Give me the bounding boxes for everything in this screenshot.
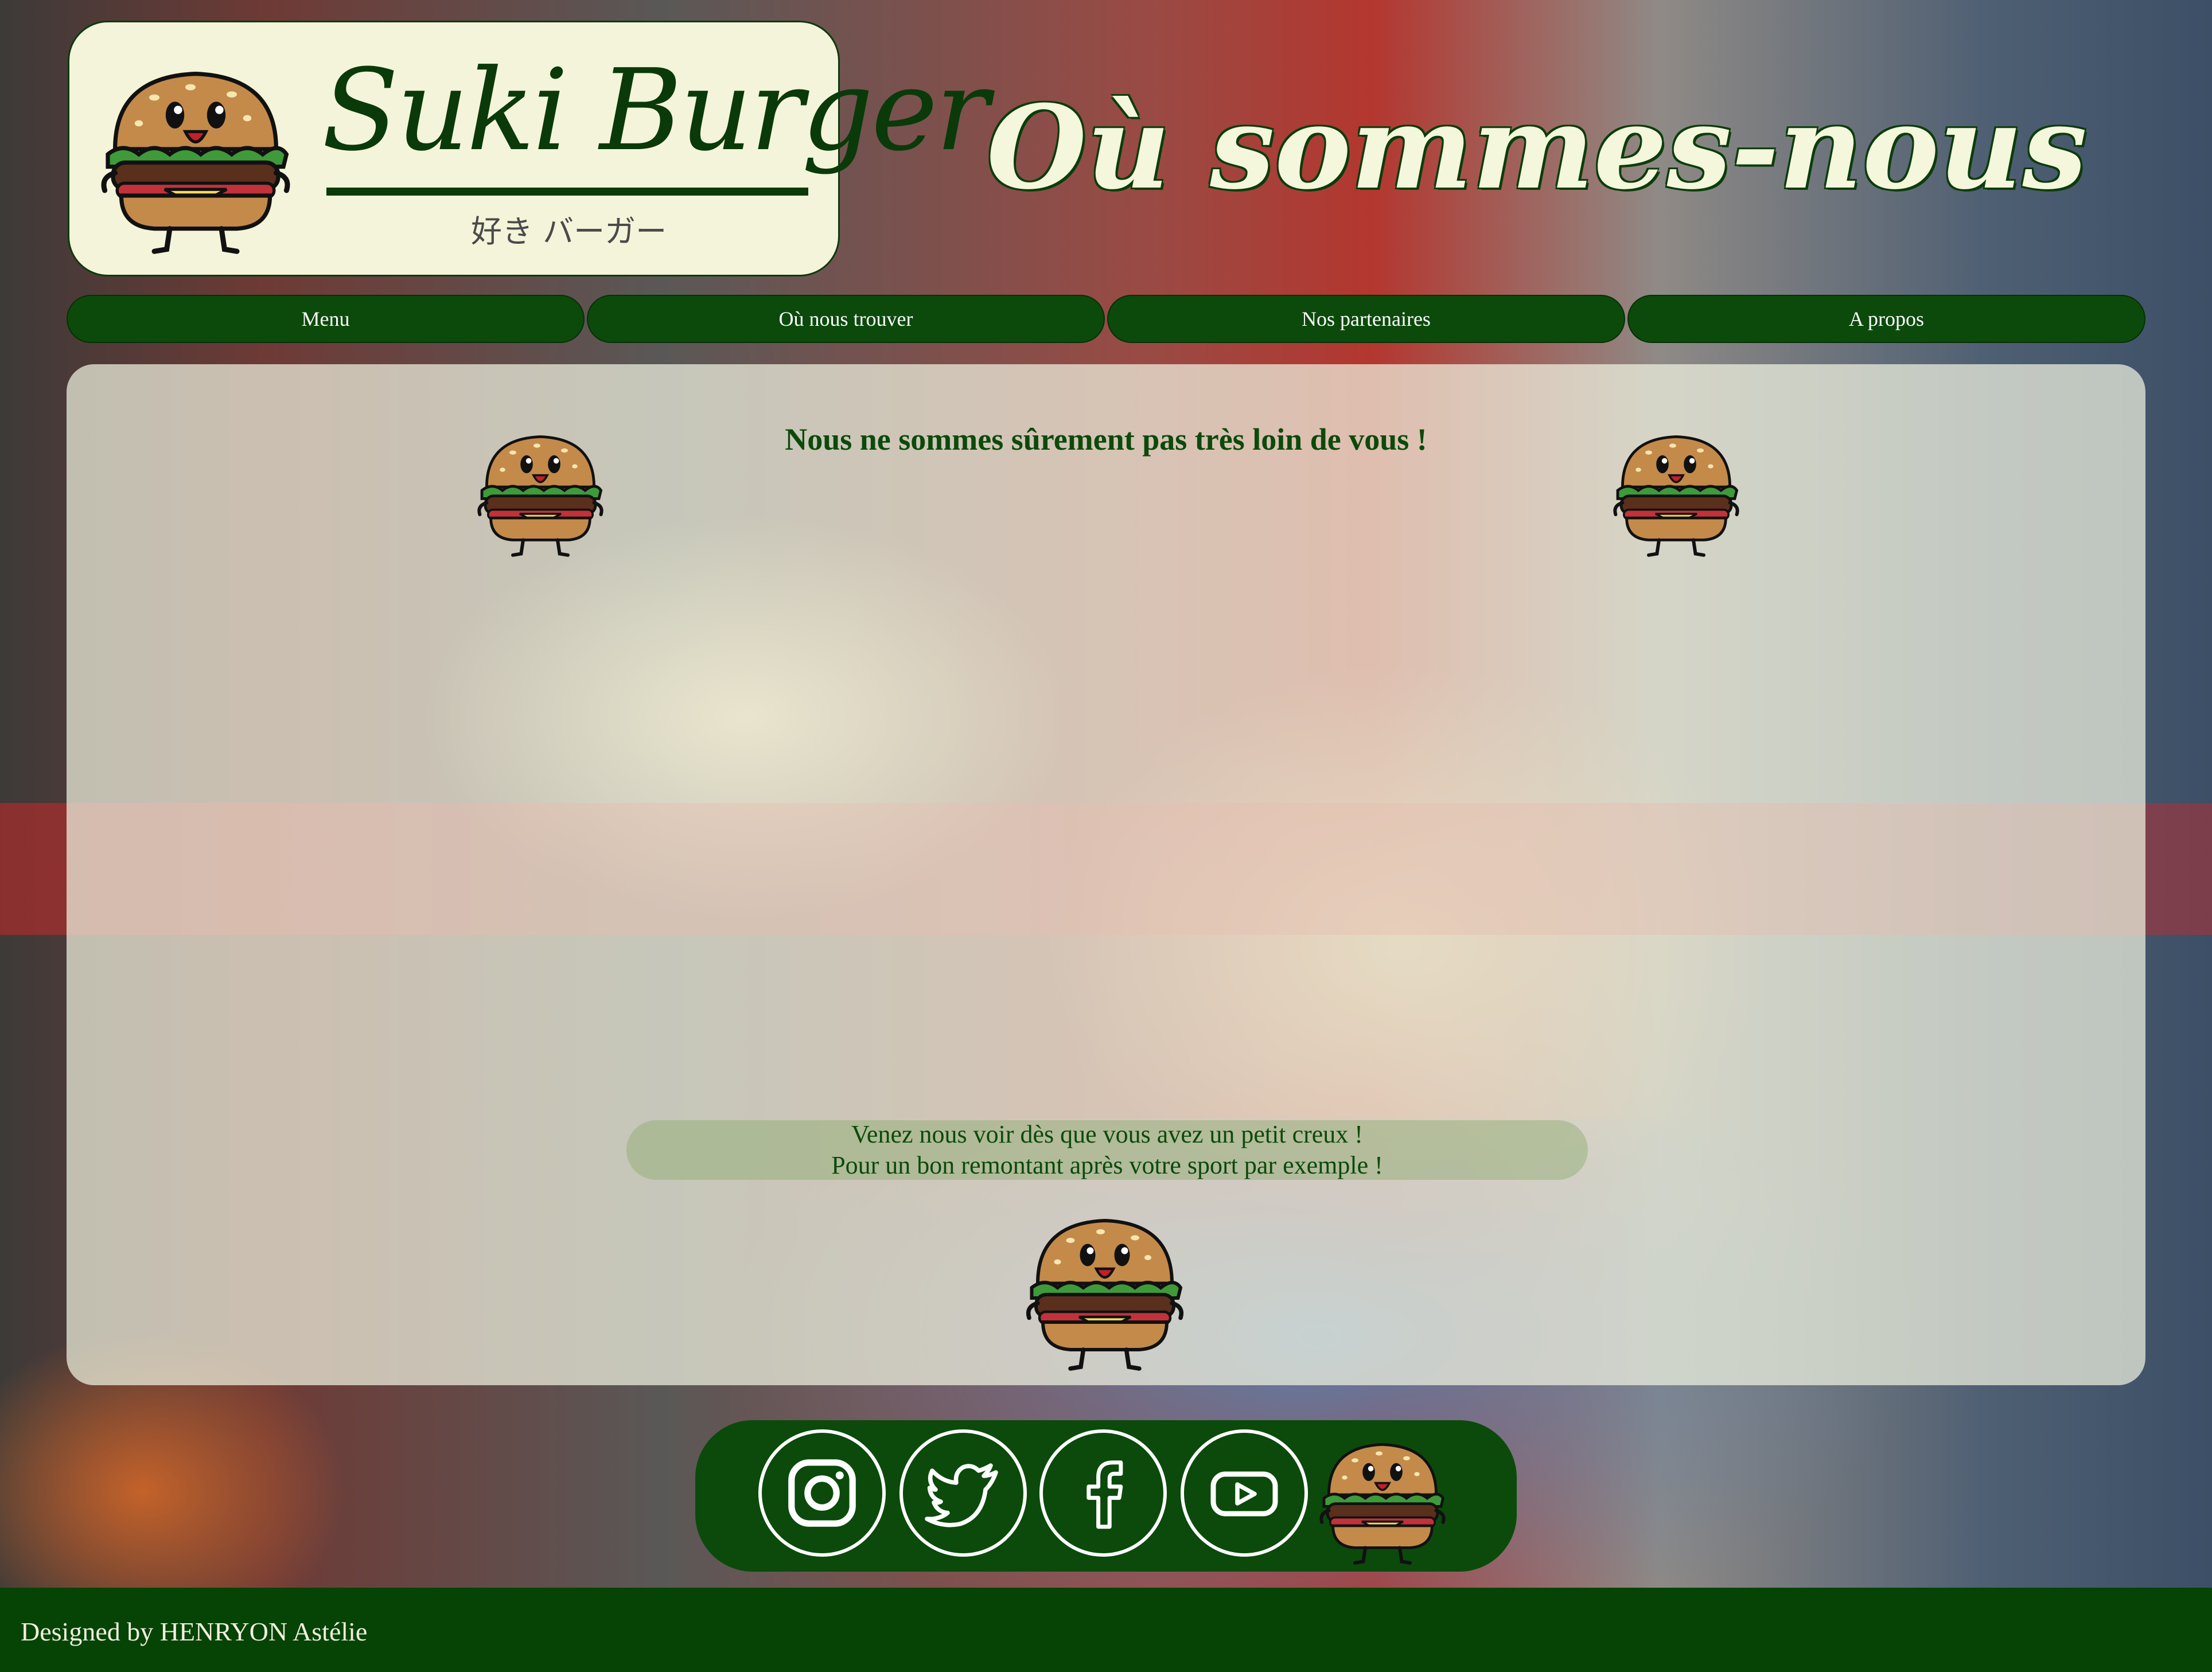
youtube-link[interactable] bbox=[1181, 1429, 1308, 1557]
nav-item-about[interactable]: A propos bbox=[1627, 295, 2145, 343]
burger-mascot-left bbox=[472, 422, 609, 559]
social-links-bar bbox=[695, 1420, 1517, 1572]
nav-item-locations[interactable]: Où nous trouver bbox=[587, 295, 1105, 343]
panel-heading: Nous ne sommes sûrement pas très loin de… bbox=[785, 422, 1427, 457]
info-bubble: Venez nous voir dès que vous avez un pet… bbox=[626, 1120, 1588, 1180]
info-line: Venez nous voir dès que vous avez un pet… bbox=[851, 1120, 1363, 1148]
brand-logo-card[interactable]: Suki Burger 好き バーガー bbox=[68, 21, 989, 276]
footer-credit: Designed by HENRYON Astélie bbox=[21, 1617, 368, 1646]
brand-underline bbox=[326, 188, 808, 196]
youtube-icon bbox=[1210, 1471, 1278, 1517]
nav-item-menu[interactable]: Menu bbox=[67, 295, 585, 343]
page-title: Où sommes-nous bbox=[987, 80, 2088, 215]
twitter-icon bbox=[925, 1463, 998, 1527]
instagram-icon bbox=[788, 1459, 856, 1527]
burger-mascot-logo bbox=[87, 51, 305, 258]
facebook-link[interactable] bbox=[1039, 1429, 1167, 1557]
info-line: Pour un bon remontant après votre sport … bbox=[831, 1151, 1383, 1179]
brand-subtitle: 好き バーガー bbox=[471, 213, 667, 250]
instagram-link[interactable] bbox=[758, 1429, 886, 1557]
footer: Designed by HENRYON Astélie bbox=[0, 1588, 2212, 1672]
twitter-link[interactable] bbox=[899, 1429, 1027, 1557]
brand-name: Suki Burger bbox=[322, 45, 989, 176]
facebook-icon bbox=[1086, 1460, 1123, 1529]
burger-mascot-headphones bbox=[1314, 1429, 1451, 1567]
burger-mascot-right bbox=[1607, 422, 1745, 559]
main-nav: Menu Où nous trouver Nos partenaires A p… bbox=[67, 295, 2145, 343]
main-content-panel: Nous ne sommes sûrement pas très loin de… bbox=[67, 364, 2145, 1385]
burger-mascot-sport bbox=[1019, 1202, 1191, 1374]
nav-item-partners[interactable]: Nos partenaires bbox=[1107, 295, 1625, 343]
